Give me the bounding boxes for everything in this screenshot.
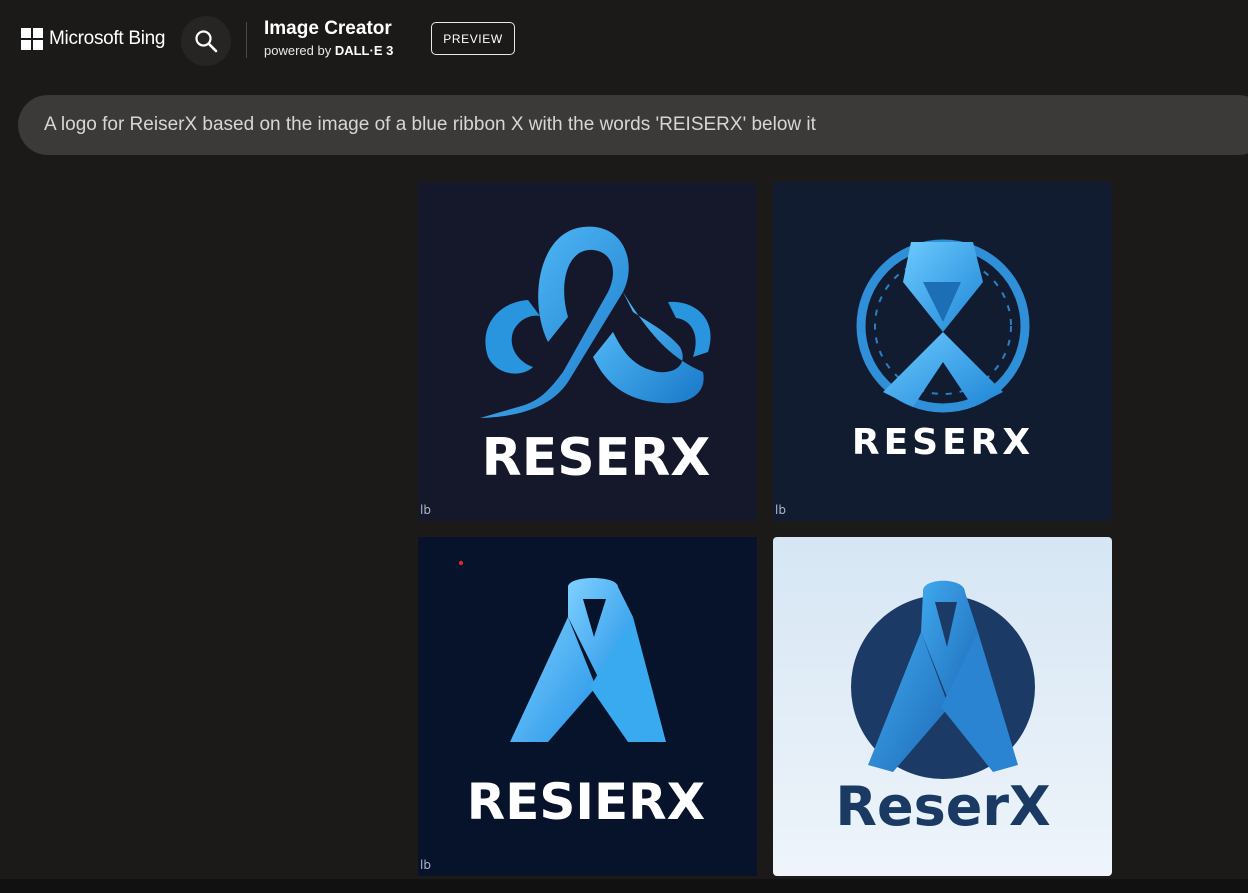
- preview-badge: PREVIEW: [431, 22, 515, 55]
- ribbon-logo-image: ReserX: [773, 537, 1112, 876]
- watermark-icon: lb: [420, 858, 431, 872]
- watermark-icon: lb: [420, 503, 431, 517]
- subtitle-prefix: powered by: [264, 43, 332, 58]
- logo-text: ReserX: [835, 775, 1050, 838]
- prompt-text: A logo for ReiserX based on the image of…: [44, 114, 816, 135]
- result-image-3[interactable]: RESIERX lb: [418, 537, 757, 876]
- app-title-block: Image Creator powered by DALL·E 3: [264, 18, 393, 58]
- ribbon-logo-image: RESIERX: [418, 537, 757, 876]
- ribbon-logo-image: RESERX: [418, 182, 757, 521]
- logo-text: RESIERX: [467, 773, 705, 831]
- search-icon: [195, 30, 218, 53]
- app-title: Image Creator: [264, 18, 392, 39]
- header-divider: [246, 22, 247, 58]
- logo-text: RESERX: [852, 422, 1034, 463]
- result-image-2[interactable]: RESERX lb: [773, 182, 1112, 521]
- subtitle-model: DALL·E 3: [334, 43, 394, 58]
- search-button[interactable]: [181, 16, 231, 66]
- header: Microsoft Bing Image Creator powered by …: [0, 0, 1248, 80]
- microsoft-bing-logo[interactable]: Microsoft Bing: [21, 28, 165, 50]
- windows-logo-icon: [21, 28, 43, 50]
- prompt-input[interactable]: A logo for ReiserX based on the image of…: [18, 95, 1248, 155]
- ribbon-logo-image: RESERX: [773, 182, 1112, 521]
- bottom-strip: [0, 879, 1248, 893]
- logo-text: RESERX: [482, 428, 711, 488]
- app-subtitle: powered by DALL·E 3: [264, 43, 393, 58]
- watermark-icon: lb: [775, 503, 786, 517]
- brand-label: Microsoft Bing: [49, 28, 166, 49]
- result-image-1[interactable]: RESERX lb: [418, 182, 757, 521]
- result-image-4[interactable]: ReserX: [773, 537, 1112, 876]
